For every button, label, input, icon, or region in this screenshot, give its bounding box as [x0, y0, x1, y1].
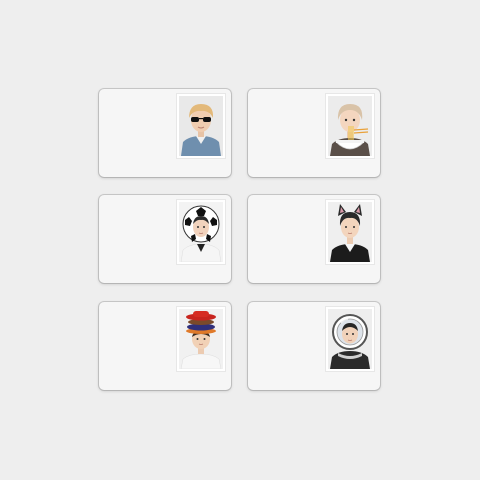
card-photo-cat-ears	[326, 200, 374, 264]
photo-card-1[interactable]	[99, 89, 231, 177]
portrait-hats-image	[179, 309, 223, 369]
photo-card-2[interactable]	[248, 89, 380, 177]
portrait-soccer-image	[179, 202, 223, 262]
photo-card-3[interactable]	[99, 195, 231, 283]
photo-card-6[interactable]	[248, 302, 380, 390]
photo-card-5[interactable]	[99, 302, 231, 390]
card-photo-soccer	[177, 200, 225, 264]
card-photo-astronaut	[326, 307, 374, 371]
portrait-astronaut-image	[328, 309, 372, 369]
page: { "cards": [ { "id": "card-1", "photo_su…	[0, 0, 480, 480]
card-photo-noodle	[326, 94, 374, 158]
portrait-sunglasses-image	[179, 96, 223, 156]
portrait-noodle-image	[328, 96, 372, 156]
card-photo-hats	[177, 307, 225, 371]
portrait-cat-ears-image	[328, 202, 372, 262]
card-photo-sunglasses	[177, 94, 225, 158]
photo-card-4[interactable]	[248, 195, 380, 283]
